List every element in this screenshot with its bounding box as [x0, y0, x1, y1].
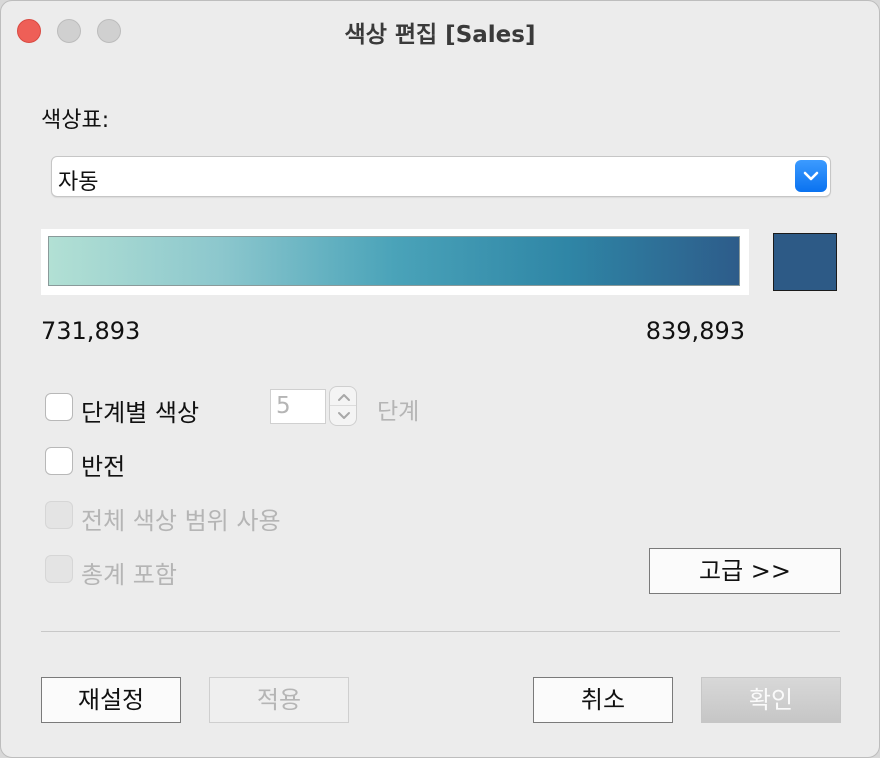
reversed-label: 반전 — [81, 453, 126, 481]
chevron-down-icon[interactable] — [795, 160, 827, 192]
end-color-swatch[interactable] — [773, 233, 837, 291]
steps-unit-label: 단계 — [377, 399, 420, 425]
steps-stepper[interactable] — [329, 386, 357, 426]
full-color-range-checkbox[interactable] — [45, 501, 73, 529]
range-max-value: 839,893 — [645, 317, 745, 345]
advanced-button[interactable]: 고급 >> — [649, 548, 841, 594]
chevron-down-icon — [338, 412, 350, 419]
cancel-button[interactable]: 취소 — [533, 677, 673, 723]
chevron-up-icon — [338, 394, 350, 401]
window-title: 색상 편집 [Sales] — [344, 22, 536, 48]
apply-button[interactable]: 적용 — [209, 677, 349, 723]
full-color-range-label: 전체 색상 범위 사용 — [81, 507, 281, 535]
palette-select-value: 자동 — [58, 170, 99, 195]
range-min-value: 731,893 — [41, 317, 141, 345]
stepped-color-label: 단계별 색상 — [81, 399, 200, 427]
ok-button[interactable]: 확인 — [701, 677, 841, 723]
steps-increment[interactable] — [330, 387, 356, 406]
reversed-checkbox[interactable] — [45, 447, 73, 475]
divider — [41, 631, 840, 632]
reset-button[interactable]: 재설정 — [41, 677, 181, 723]
steps-input[interactable]: 5 — [270, 389, 326, 424]
title-bar[interactable]: 색상 편집 [Sales] — [1, 1, 879, 59]
palette-label: 색상표: — [41, 108, 110, 133]
stepped-color-checkbox[interactable] — [45, 393, 73, 421]
color-ramp-frame — [41, 229, 749, 295]
color-ramp[interactable] — [48, 236, 740, 286]
include-totals-label: 총계 포함 — [81, 561, 177, 589]
edit-colors-dialog: 색상 편집 [Sales] 색상표: 자동 731,893 839,893 단계… — [0, 0, 880, 758]
include-totals-checkbox[interactable] — [45, 555, 73, 583]
steps-decrement[interactable] — [330, 406, 356, 425]
palette-select[interactable]: 자동 — [51, 156, 831, 197]
